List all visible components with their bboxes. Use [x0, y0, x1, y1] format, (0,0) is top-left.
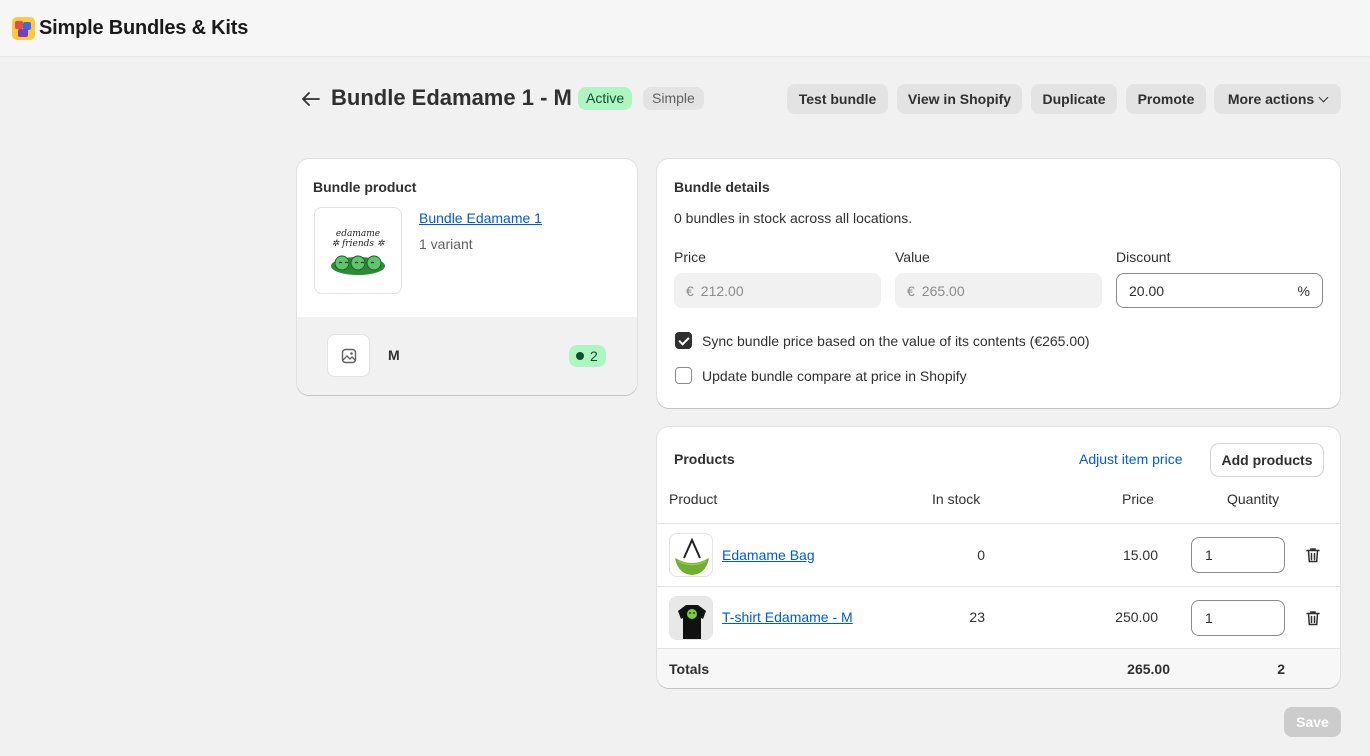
bundle-details-title: Bundle details [674, 179, 770, 195]
bundle-product-title: Bundle product [313, 179, 417, 195]
add-products-button[interactable]: Add products [1211, 444, 1323, 476]
price-field: € 212.00 [674, 273, 881, 308]
column-header-product: Product [669, 491, 718, 507]
value-currency: € [907, 282, 915, 299]
sync-price-checkbox[interactable] [675, 332, 692, 349]
product-price: 250.00 [1115, 609, 1158, 625]
bundle-product-link[interactable]: Bundle Edamame 1 [419, 210, 542, 226]
sync-price-checkbox-row[interactable]: Sync bundle price based on the value of … [675, 332, 1090, 349]
type-badge: Simple [643, 87, 704, 110]
duplicate-button[interactable]: Duplicate [1031, 84, 1117, 114]
page-header: Bundle Edamame 1 - M Active Simple Test … [300, 84, 1342, 114]
product-thumbnail [669, 533, 713, 577]
promote-button[interactable]: Promote [1126, 84, 1206, 114]
bundle-stock-text: 0 bundles in stock across all locations. [674, 210, 913, 226]
table-row: T-shirt Edamame - M 23 250.00 1 [657, 586, 1340, 648]
totals-quantity: 2 [1277, 661, 1285, 677]
value-label: Value [895, 249, 930, 265]
compare-price-checkbox[interactable] [675, 367, 692, 384]
image-placeholder-icon [327, 334, 370, 377]
product-price: 15.00 [1122, 547, 1158, 563]
app-topbar: Simple Bundles & Kits [0, 0, 1370, 57]
value-value: 265.00 [921, 282, 965, 299]
chevron-down-icon [1318, 92, 1329, 102]
sync-price-label: Sync bundle price based on the value of … [702, 332, 1090, 349]
trash-icon[interactable] [1304, 546, 1322, 564]
column-header-quantity: Quantity [1227, 491, 1280, 507]
column-header-price: Price [1122, 491, 1154, 507]
discount-value: 20.00 [1129, 282, 1165, 299]
svg-text:edamame: edamame [336, 229, 380, 239]
product-in-stock: 0 [977, 547, 985, 563]
variant-stock-badge: 2 [569, 345, 606, 367]
test-bundle-button[interactable]: Test bundle [787, 84, 888, 114]
totals-row: Totals 265.00 2 [657, 648, 1340, 688]
table-row: Edamame Bag 0 15.00 1 [657, 523, 1340, 586]
back-arrow-icon[interactable] [300, 87, 322, 111]
app-logo-icon [12, 16, 35, 40]
product-link[interactable]: Edamame Bag [722, 547, 815, 563]
app-title: Simple Bundles & Kits [39, 16, 249, 39]
product-link[interactable]: T-shirt Edamame - M [722, 609, 853, 625]
products-card: Products Adjust item price Add products … [657, 427, 1340, 688]
price-label: Price [674, 249, 706, 265]
page-title: Bundle Edamame 1 - M [331, 85, 572, 110]
variant-name: M [388, 347, 400, 363]
compare-price-label: Update bundle compare at price in Shopif… [702, 367, 967, 384]
price-value: 212.00 [700, 282, 744, 299]
svg-text:✲ friends ✲: ✲ friends ✲ [332, 239, 385, 249]
status-badge: Active [578, 87, 633, 110]
price-currency: € [686, 282, 694, 299]
view-in-shopify-button[interactable]: View in Shopify [897, 84, 1022, 114]
bundle-product-image: edamame ✲ friends ✲ [314, 207, 402, 294]
variant-count: 1 variant [419, 236, 473, 252]
variant-row[interactable]: M 2 [297, 317, 637, 395]
bundle-product-card: Bundle product edamame ✲ friends ✲ Bundl… [297, 159, 637, 395]
trash-icon[interactable] [1304, 609, 1322, 627]
variant-stock-count: 2 [590, 348, 598, 364]
quantity-input[interactable]: 1 [1191, 537, 1285, 573]
products-title: Products [674, 451, 735, 467]
product-thumbnail [669, 596, 713, 640]
adjust-item-price-link[interactable]: Adjust item price [1079, 451, 1182, 467]
totals-label: Totals [669, 661, 710, 677]
column-header-in-stock: In stock [932, 491, 981, 507]
save-button[interactable]: Save [1284, 707, 1341, 737]
bundle-details-card: Bundle details 0 bundles in stock across… [657, 159, 1340, 408]
value-field: € 265.00 [895, 273, 1102, 308]
more-actions-button[interactable]: More actions [1214, 84, 1341, 114]
totals-price: 265.00 [1127, 661, 1170, 677]
compare-price-checkbox-row[interactable]: Update bundle compare at price in Shopif… [675, 367, 967, 384]
quantity-input[interactable]: 1 [1191, 600, 1285, 636]
more-actions-label: More actions [1227, 91, 1315, 107]
discount-label: Discount [1116, 249, 1171, 265]
discount-field[interactable]: 20.00 % [1116, 273, 1323, 308]
product-in-stock: 23 [969, 609, 985, 625]
discount-suffix: % [1297, 282, 1310, 299]
status-dot-icon [576, 352, 584, 360]
